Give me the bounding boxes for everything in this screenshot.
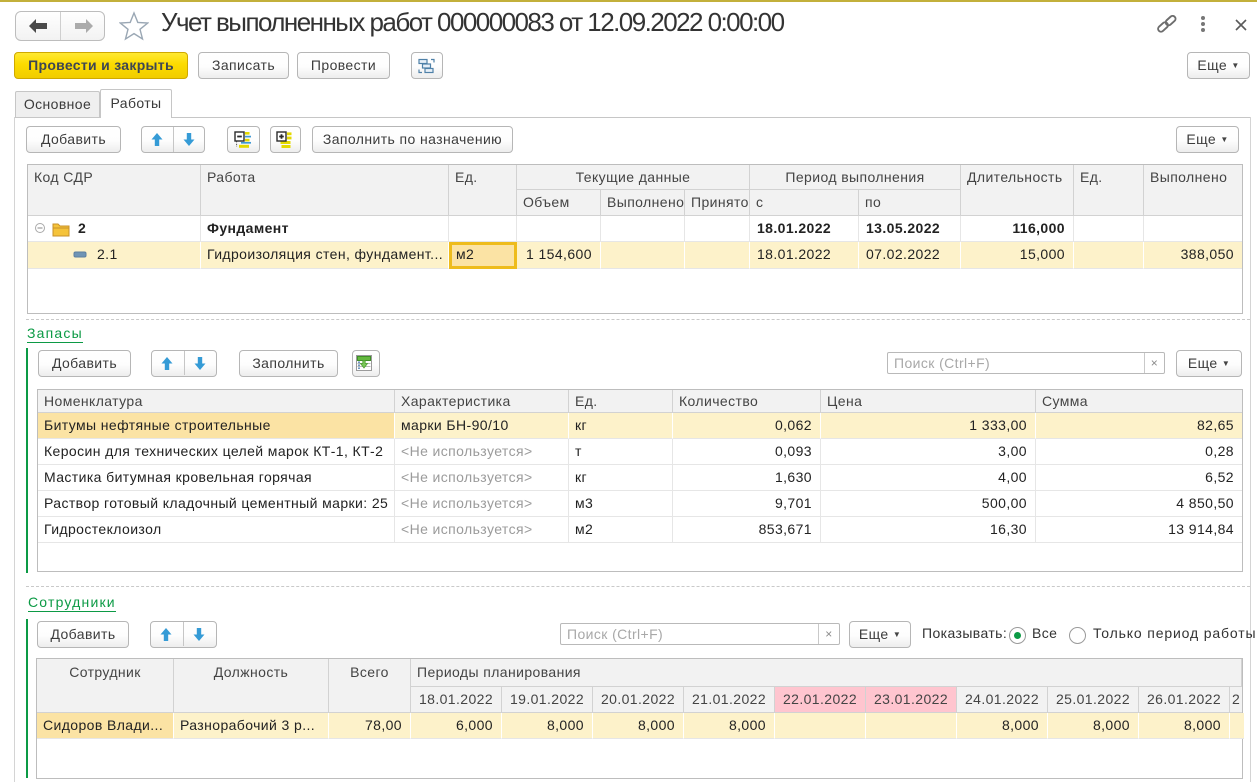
svg-text:2: 2 [78, 220, 86, 236]
svg-text:2.1: 2.1 [97, 246, 118, 262]
